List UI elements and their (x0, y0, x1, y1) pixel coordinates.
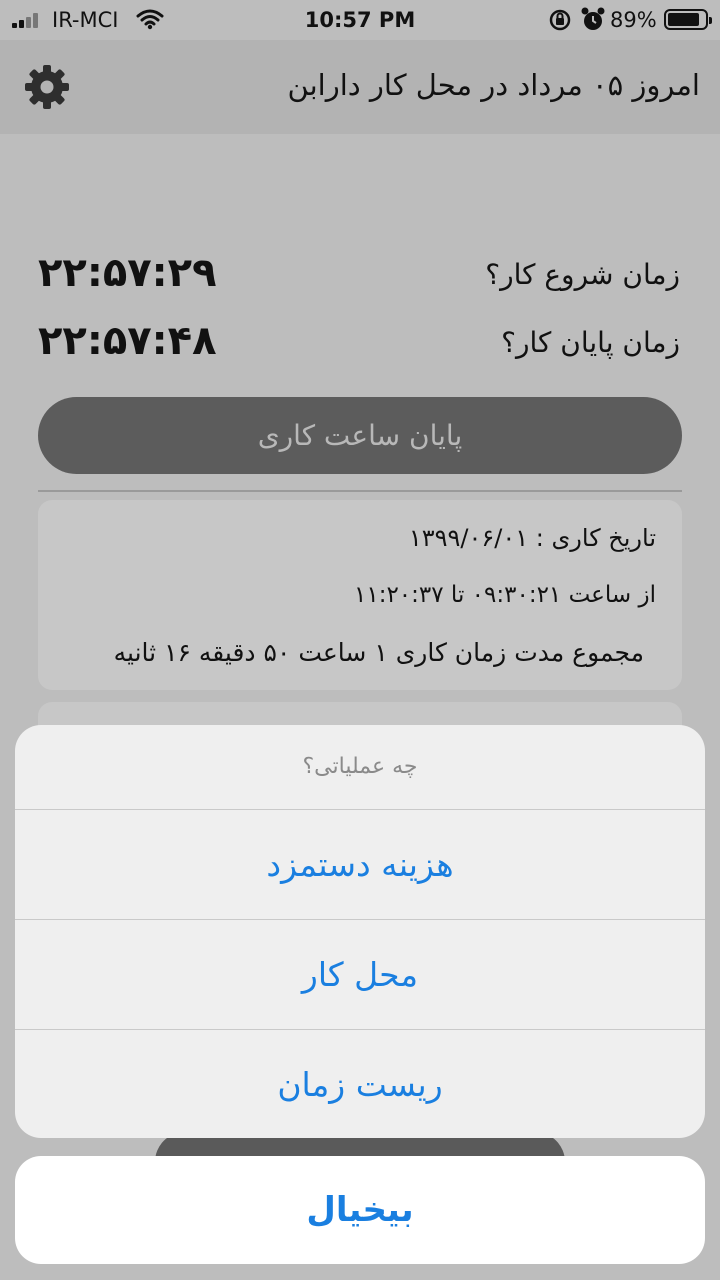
start-time-value: ۲۲:۵۷:۲۹ (38, 250, 217, 296)
start-time-label: زمان شروع کار؟ (485, 258, 680, 291)
end-time-label: زمان پایان کار؟ (501, 326, 680, 359)
gear-icon[interactable] (24, 64, 70, 110)
record-date: تاریخ کاری : ۱۳۹۹/۰۶/۰۱ (408, 524, 656, 552)
divider (38, 490, 682, 492)
battery-percent: 89% (610, 8, 657, 32)
app-header: امروز ۰۵ مرداد در محل کار دارابن (0, 40, 720, 134)
end-time-value: ۲۲:۵۷:۴۸ (38, 318, 217, 364)
action-wage-cost[interactable]: هزینه دستمزد (15, 809, 705, 919)
work-record-card[interactable]: تاریخ کاری : ۱۳۹۹/۰۶/۰۱ از ساعت ۰۹:۳۰:۲۱… (38, 500, 682, 690)
action-workplace[interactable]: محل کار (15, 919, 705, 1029)
end-workday-button[interactable]: پایان ساعت کاری (38, 397, 682, 474)
action-sheet-title: چه عملیاتی؟ (302, 754, 418, 779)
battery-icon (664, 9, 712, 30)
alarm-icon (581, 7, 605, 30)
record-time-range: از ساعت ۰۹:۳۰:۲۱ تا ۱۱:۲۰:۳۷ (354, 582, 656, 608)
action-reset-time[interactable]: ریست زمان (15, 1029, 705, 1138)
action-sheet: چه عملیاتی؟ هزینه دستمزد محل کار ریست زم… (15, 725, 705, 1138)
status-bar: IR-MCI 10:57 PM 89% (0, 0, 720, 40)
app-screen: IR-MCI 10:57 PM 89% امروز ۰۵ مرداد در مح… (0, 0, 720, 1280)
page-title: امروز ۰۵ مرداد در محل کار دارابن (287, 68, 700, 102)
rotation-lock-icon (549, 9, 571, 31)
record-total-duration: مجموع مدت زمان کاری ۱ ساعت ۵۰ دقیقه ۱۶ ث… (113, 638, 644, 667)
cancel-button[interactable]: بیخیال (15, 1156, 705, 1264)
